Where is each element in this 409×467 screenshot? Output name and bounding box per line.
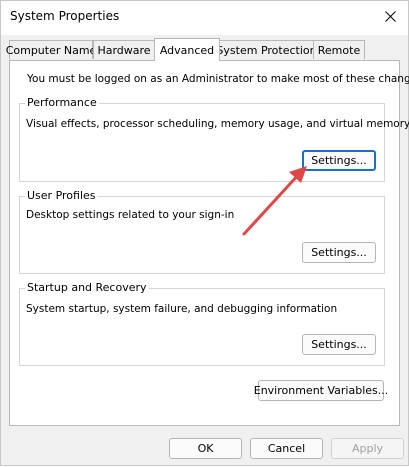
tab-system-protection[interactable]: System Protection — [216, 40, 317, 59]
tab-computer-name[interactable]: Computer Name — [6, 40, 96, 59]
cancel-button[interactable]: Cancel — [250, 438, 323, 459]
title-bar: System Properties — [1, 1, 408, 35]
tab-hardware[interactable]: Hardware — [93, 40, 155, 59]
admin-notice: You must be logged on as an Administrato… — [27, 73, 409, 85]
user-profiles-label: User Profiles — [25, 189, 98, 202]
user-profiles-description: Desktop settings related to your sign-in — [26, 209, 235, 221]
close-button[interactable] — [373, 1, 408, 32]
advanced-tab-panel: You must be logged on as an Administrato… — [9, 60, 409, 426]
window-title: System Properties — [10, 9, 120, 23]
user-profiles-settings-button[interactable]: Settings... — [302, 242, 376, 263]
system-properties-window: System Properties Computer Name Hardware… — [0, 0, 409, 466]
user-profiles-group: User Profiles Desktop settings related t… — [19, 189, 385, 274]
performance-settings-button[interactable]: Settings... — [302, 150, 376, 171]
performance-group: Performance Visual effects, processor sc… — [19, 96, 409, 182]
close-icon — [385, 11, 396, 22]
tab-advanced[interactable]: Advanced — [154, 38, 220, 61]
ok-button[interactable]: OK — [169, 438, 242, 459]
performance-label: Performance — [25, 96, 99, 109]
apply-button[interactable]: Apply — [331, 438, 404, 459]
tab-remote[interactable]: Remote — [313, 40, 365, 59]
startup-recovery-description: System startup, system failure, and debu… — [26, 303, 338, 315]
startup-recovery-group: Startup and Recovery System startup, sys… — [19, 281, 385, 366]
startup-recovery-settings-button[interactable]: Settings... — [302, 334, 376, 355]
startup-recovery-label: Startup and Recovery — [25, 281, 149, 294]
environment-variables-button[interactable]: Environment Variables... — [254, 380, 388, 401]
performance-description: Visual effects, processor scheduling, me… — [26, 118, 409, 130]
